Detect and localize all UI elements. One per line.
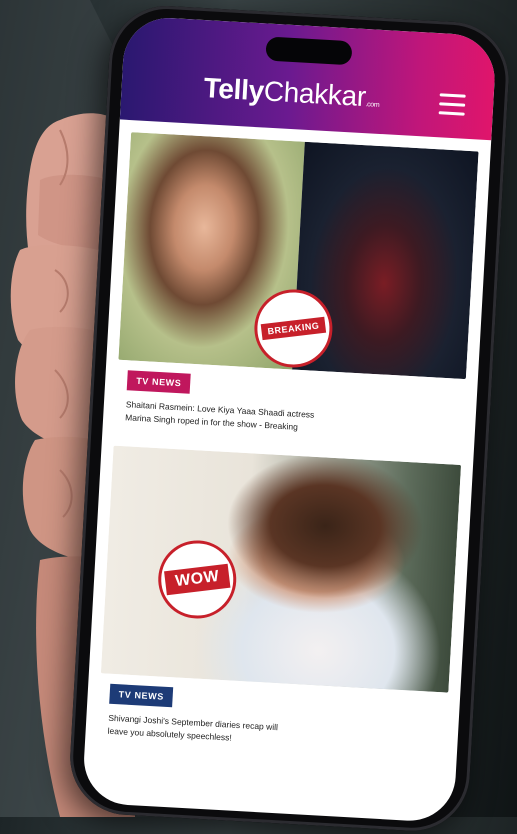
site-logo[interactable]: TellyChakkar.com bbox=[203, 72, 381, 114]
news-headline[interactable]: Shaitani Rasmein: Love Kiya Yaaa Shaadi … bbox=[125, 398, 316, 435]
news-card[interactable]: BREAKING TV NEWS Shaitani Rasmein: Love … bbox=[115, 132, 479, 443]
news-feed: BREAKING TV NEWS Shaitani Rasmein: Love … bbox=[85, 119, 491, 757]
news-thumbnail[interactable]: WOW bbox=[100, 445, 462, 693]
wow-badge: WOW bbox=[156, 538, 239, 621]
news-headline[interactable]: Shivangi Joshi's September diaries recap… bbox=[107, 712, 298, 749]
phone-device: TellyChakkar.com BREAKING TV NEWS Shaita… bbox=[67, 2, 512, 834]
app-header: TellyChakkar.com bbox=[119, 15, 498, 141]
hamburger-menu-icon[interactable] bbox=[438, 93, 466, 118]
menu-line bbox=[439, 102, 466, 107]
camera-notch bbox=[265, 36, 353, 66]
logo-suffix: .com bbox=[365, 101, 380, 109]
news-thumbnail[interactable]: BREAKING bbox=[118, 132, 479, 380]
logo-bold-text: Telly bbox=[202, 72, 265, 107]
phone-screen: TellyChakkar.com BREAKING TV NEWS Shaita… bbox=[81, 15, 498, 824]
category-tag[interactable]: TV NEWS bbox=[126, 370, 191, 394]
category-tag[interactable]: TV NEWS bbox=[109, 683, 174, 708]
badge-label: WOW bbox=[163, 563, 231, 596]
menu-line bbox=[439, 93, 466, 98]
logo-light-text: Chakkar bbox=[262, 75, 367, 113]
news-card[interactable]: WOW TV NEWS Shivangi Joshi's September d… bbox=[97, 445, 462, 757]
badge-label: BREAKING bbox=[260, 316, 327, 341]
menu-line bbox=[438, 111, 465, 116]
